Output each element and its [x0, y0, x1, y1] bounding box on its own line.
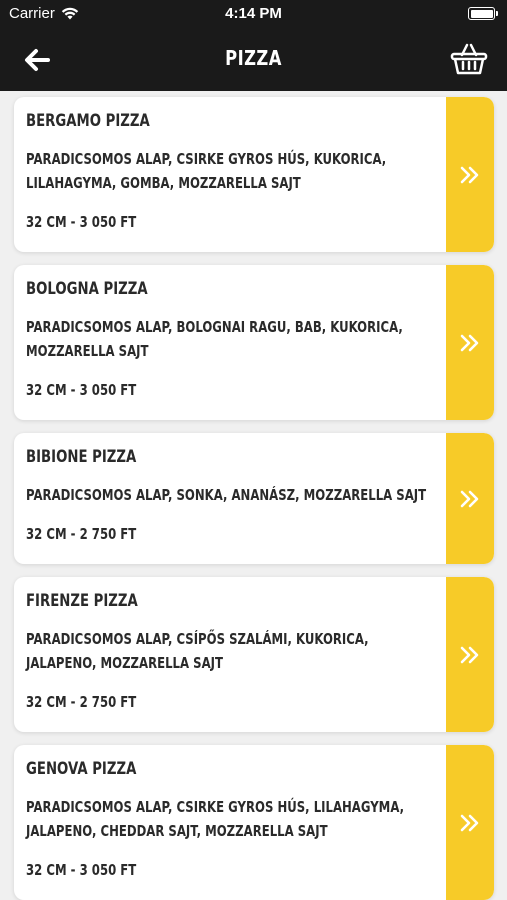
- open-product-button[interactable]: [446, 433, 494, 564]
- product-name: FIRENZE PIZZA: [26, 591, 138, 611]
- open-product-button[interactable]: [446, 97, 494, 252]
- product-card[interactable]: FIRENZE PIZZA PARADICSOMOS ALAP, CSÍPŐS …: [14, 577, 494, 732]
- product-card-body: FIRENZE PIZZA PARADICSOMOS ALAP, CSÍPŐS …: [14, 577, 494, 732]
- product-description: PARADICSOMOS ALAP, CSIRKE GYROS HÚS, KUK…: [26, 150, 387, 192]
- double-chevron-right-icon: [460, 814, 479, 831]
- open-product-button[interactable]: [446, 745, 494, 900]
- product-card[interactable]: BOLOGNA PIZZA PARADICSOMOS ALAP, BOLOGNA…: [14, 265, 494, 420]
- product-description: PARADICSOMOS ALAP, CSÍPŐS SZALÁMI, KUKOR…: [26, 630, 369, 672]
- open-product-button[interactable]: [446, 265, 494, 420]
- status-bar: Carrier 4:14 PM: [0, 0, 507, 28]
- page-title: PIZZA: [225, 46, 282, 70]
- battery-icon: [468, 7, 498, 20]
- product-card-body: GENOVA PIZZA PARADICSOMOS ALAP, CSIRKE G…: [14, 745, 494, 900]
- product-name: BOLOGNA PIZZA: [26, 279, 148, 299]
- double-chevron-right-icon: [460, 646, 479, 663]
- status-time: 4:14 PM: [225, 5, 282, 22]
- double-chevron-right-icon: [460, 490, 479, 507]
- product-list: BERGAMO PIZZA PARADICSOMOS ALAP, CSIRKE …: [14, 97, 494, 900]
- basket-icon: [450, 43, 488, 75]
- product-card-body: BIBIONE PIZZA PARADICSOMOS ALAP, SONKA, …: [14, 433, 494, 564]
- product-description: PARADICSOMOS ALAP, SONKA, ANANÁSZ, MOZZA…: [26, 486, 427, 504]
- product-price: 32 CM - 3 050 FT: [26, 213, 137, 231]
- product-card-body: BERGAMO PIZZA PARADICSOMOS ALAP, CSIRKE …: [14, 97, 494, 252]
- app-header: Carrier 4:14 PM PIZZA: [0, 0, 507, 91]
- product-card-body: BOLOGNA PIZZA PARADICSOMOS ALAP, BOLOGNA…: [14, 265, 494, 420]
- product-card[interactable]: BIBIONE PIZZA PARADICSOMOS ALAP, SONKA, …: [14, 433, 494, 564]
- product-price: 32 CM - 2 750 FT: [26, 693, 137, 711]
- double-chevron-right-icon: [460, 334, 479, 351]
- product-card[interactable]: BERGAMO PIZZA PARADICSOMOS ALAP, CSIRKE …: [14, 97, 494, 252]
- product-name: BIBIONE PIZZA: [26, 447, 137, 467]
- product-name: BERGAMO PIZZA: [26, 111, 150, 131]
- cart-button[interactable]: [449, 39, 489, 79]
- open-product-button[interactable]: [446, 577, 494, 732]
- product-name: GENOVA PIZZA: [26, 759, 137, 779]
- product-description: PARADICSOMOS ALAP, CSIRKE GYROS HÚS, LIL…: [26, 798, 405, 840]
- product-price: 32 CM - 2 750 FT: [26, 525, 137, 543]
- product-price: 32 CM - 3 050 FT: [26, 861, 137, 879]
- double-chevron-right-icon: [460, 166, 479, 183]
- navbar: PIZZA: [0, 28, 507, 91]
- product-card[interactable]: GENOVA PIZZA PARADICSOMOS ALAP, CSIRKE G…: [14, 745, 494, 900]
- product-description: PARADICSOMOS ALAP, BOLOGNAI RAGU, BAB, K…: [26, 318, 403, 360]
- product-price: 32 CM - 3 050 FT: [26, 381, 137, 399]
- battery-level: [470, 9, 493, 18]
